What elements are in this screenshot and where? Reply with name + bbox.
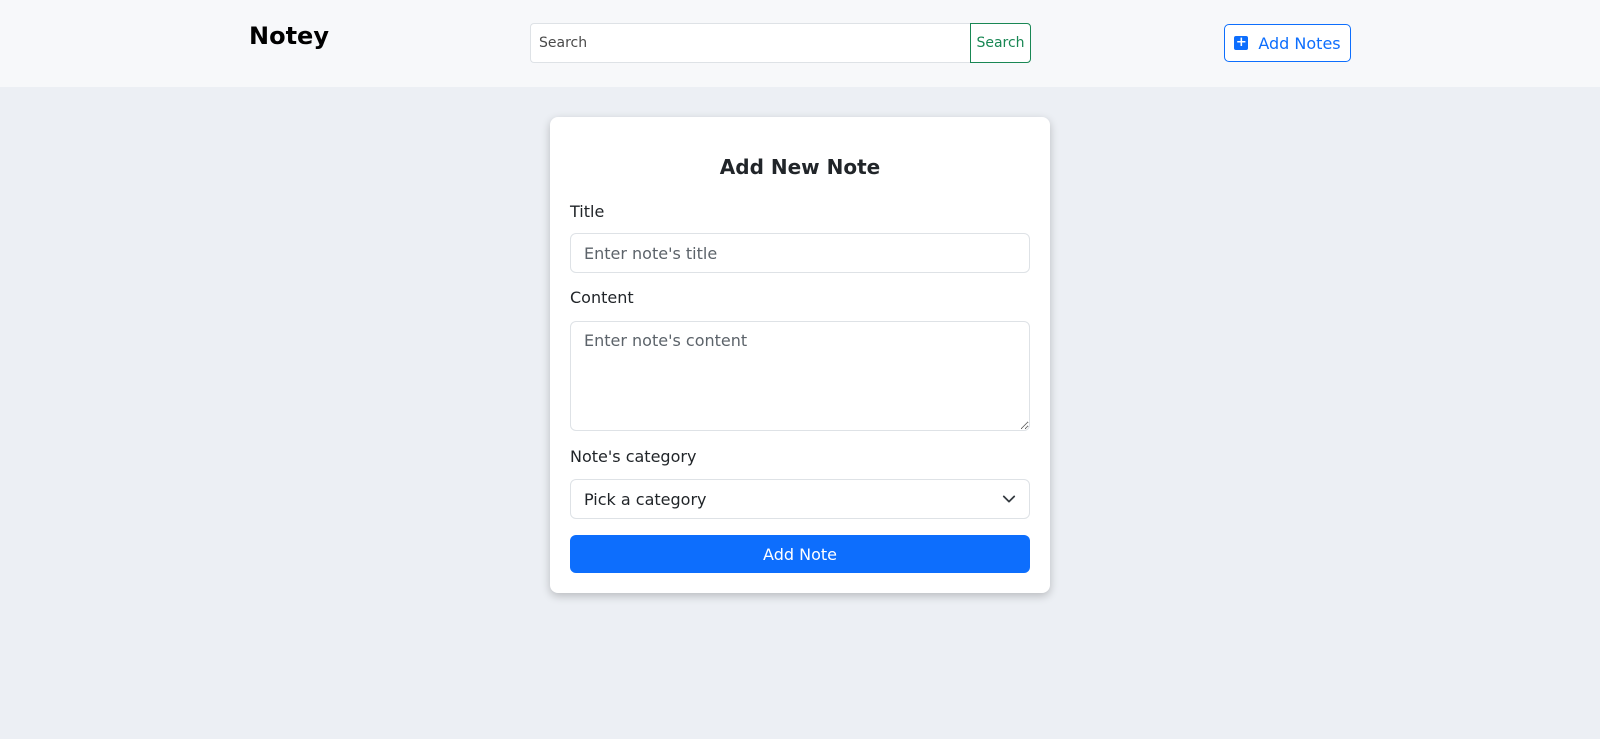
brand-logo[interactable]: Notey — [249, 22, 329, 50]
add-notes-button[interactable]: + Add Notes — [1224, 24, 1351, 62]
navbar: Notey Search + Add Notes — [0, 0, 1600, 87]
plus-square-icon: + — [1234, 35, 1249, 50]
content-label: Content — [570, 288, 634, 307]
add-notes-label: Add Notes — [1258, 33, 1341, 53]
category-select[interactable]: Pick a category — [570, 479, 1030, 519]
search-button[interactable]: Search — [970, 23, 1031, 63]
title-label: Title — [570, 202, 605, 221]
add-note-card: Add New Note Title Content Note's catego… — [550, 117, 1050, 593]
title-input[interactable] — [570, 233, 1030, 273]
search-form: Search — [530, 23, 1031, 63]
chevron-down-icon — [1002, 495, 1016, 503]
category-label: Note's category — [570, 447, 697, 466]
add-note-submit-button[interactable]: Add Note — [570, 535, 1030, 573]
content-textarea[interactable] — [570, 321, 1030, 431]
form-heading: Add New Note — [719, 155, 881, 179]
search-input[interactable] — [530, 23, 970, 63]
category-selected-value: Pick a category — [584, 489, 707, 509]
